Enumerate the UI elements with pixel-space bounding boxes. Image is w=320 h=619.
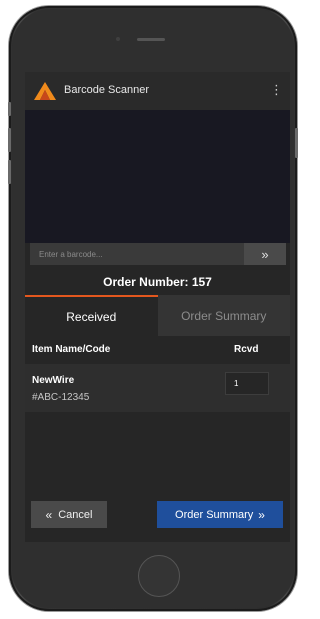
tab-bar: Received Order Summary <box>25 295 290 336</box>
triangle-logo-icon <box>34 82 56 100</box>
double-chevron-left-icon: « <box>45 507 53 522</box>
double-chevron-right-icon: » <box>261 246 269 262</box>
app-bar: Barcode Scanner ⋮ <box>25 72 290 110</box>
double-chevron-right-icon: » <box>258 507 265 522</box>
app-screen: Barcode Scanner ⋮ » Order Number: 157 Re… <box>25 72 290 542</box>
app-title: Barcode Scanner <box>64 84 149 96</box>
more-vertical-icon[interactable]: ⋮ <box>270 81 283 99</box>
order-summary-button[interactable]: Order Summary » <box>157 501 283 528</box>
column-header-item: Item Name/Code <box>32 344 111 355</box>
cancel-button[interactable]: « Cancel <box>31 501 107 528</box>
home-button[interactable] <box>138 555 180 597</box>
speaker-grille <box>137 38 165 41</box>
item-name: NewWire <box>32 375 75 386</box>
order-summary-label: Order Summary <box>175 508 254 521</box>
volume-up-button <box>8 128 11 152</box>
table-row: NewWire #ABC-12345 <box>25 364 290 412</box>
mute-switch <box>8 102 11 116</box>
order-number: Order Number: 157 <box>103 275 212 289</box>
submit-barcode-button[interactable]: » <box>244 243 286 265</box>
cancel-label: Cancel <box>58 508 93 521</box>
item-code: #ABC-12345 <box>32 392 90 403</box>
volume-down-button <box>8 160 11 184</box>
received-quantity-input[interactable] <box>225 372 269 395</box>
power-button <box>295 128 298 158</box>
barcode-input[interactable] <box>30 243 244 265</box>
column-header-rcvd: Rcvd <box>234 344 259 355</box>
front-camera <box>116 37 120 41</box>
barcode-entry-row: » <box>30 243 286 265</box>
table-header: Item Name/Code Rcvd <box>25 336 290 364</box>
tab-order-summary[interactable]: Order Summary <box>157 295 290 336</box>
camera-preview <box>25 110 290 243</box>
tab-received[interactable]: Received <box>25 295 158 336</box>
